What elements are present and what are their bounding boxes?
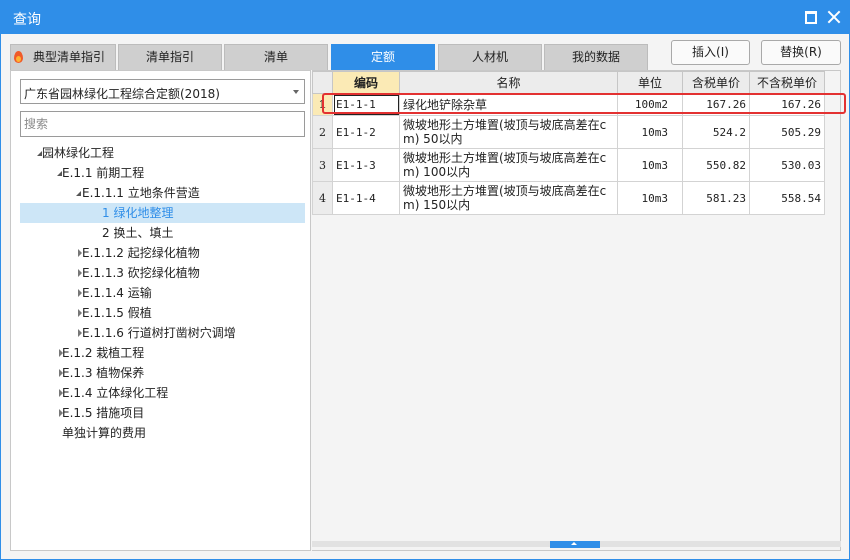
- row-number: 3: [312, 148, 333, 182]
- tree-node-label: E.1.1.4 运输: [82, 286, 152, 300]
- tree-node[interactable]: E.1.1.5 假植: [20, 303, 305, 323]
- tree-node[interactable]: E.1.1.6 行道树打凿树穴调增: [20, 323, 305, 343]
- cell-unit[interactable]: 10m3: [617, 148, 683, 182]
- header-rowno: [312, 71, 333, 94]
- header-price-tax[interactable]: 含税单价: [682, 71, 750, 94]
- quota-library-value: 广东省园林绿化工程综合定额(2018): [24, 87, 220, 101]
- cell-name[interactable]: 微坡地形土方堆置(坡顶与坡底高差在cm) 100以内: [399, 148, 618, 182]
- insert-button[interactable]: 插入(I): [671, 40, 750, 65]
- tree-node-label: E.1.1 前期工程: [62, 166, 145, 180]
- table-row[interactable]: 2 E1-1-2 微坡地形土方堆置(坡顶与坡底高差在cm) 50以内 10m3 …: [312, 115, 825, 149]
- tree-node-label: E.1.1.5 假植: [82, 306, 152, 320]
- header-name[interactable]: 名称: [399, 71, 618, 94]
- tab-label: 我的数据: [571, 50, 620, 64]
- close-icon[interactable]: [827, 10, 841, 24]
- tab-bill-guide[interactable]: 清单指引: [118, 44, 222, 70]
- left-panel: 广东省园林绿化工程综合定额(2018) 园林绿化工程 E.1.1 前期工程 E.1.…: [10, 70, 311, 551]
- cell-code[interactable]: E1-1-2: [332, 115, 400, 149]
- tree-node[interactable]: E.1.1.4 运输: [20, 283, 305, 303]
- cell-price-tax[interactable]: 550.82: [682, 148, 750, 182]
- tree-node-label: E.1.1.6 行道树打凿树穴调增: [82, 326, 236, 340]
- cell-price-notax[interactable]: 530.03: [749, 148, 825, 182]
- tree-node[interactable]: 单独计算的费用: [20, 423, 305, 443]
- maximize-icon[interactable]: [804, 10, 818, 24]
- tree-node[interactable]: E.1.1 前期工程: [20, 163, 305, 183]
- cell-price-notax[interactable]: 558.54: [749, 181, 825, 215]
- cell-unit[interactable]: 10m3: [617, 181, 683, 215]
- tab-label: 定额: [370, 50, 395, 64]
- cell-code[interactable]: E1-1-1: [332, 93, 400, 116]
- quota-library-select[interactable]: 广东省园林绿化工程综合定额(2018): [20, 79, 305, 104]
- cell-price-tax[interactable]: 524.2: [682, 115, 750, 149]
- tab-labor-material-machine[interactable]: 人材机: [438, 44, 542, 70]
- cell-code[interactable]: E1-1-3: [332, 148, 400, 182]
- tab-label: 清单: [263, 50, 288, 64]
- tree-node[interactable]: 2 换土、填土: [20, 223, 305, 243]
- tree-node-label: 2 换土、填土: [102, 226, 174, 240]
- tree-node-label: E.1.1.2 起挖绿化植物: [82, 246, 200, 260]
- tree-node-label: E.1.1.3 砍挖绿化植物: [82, 266, 200, 280]
- query-dialog: 查询 典型清单指引 清单指引 清单 定额 人材机 我的数据 插入(I) 替换(R…: [0, 0, 850, 560]
- cell-name[interactable]: 微坡地形土方堆置(坡顶与坡底高差在cm) 50以内: [399, 115, 618, 149]
- tree-node-label: 单独计算的费用: [62, 426, 147, 440]
- flame-icon: [14, 51, 23, 63]
- tree-node[interactable]: E.1.5 措施项目: [20, 403, 305, 423]
- tree-node[interactable]: E.1.1.1 立地条件营造: [20, 183, 305, 203]
- tab-bill[interactable]: 清单: [224, 44, 328, 70]
- cell-price-notax[interactable]: 505.29: [749, 115, 825, 149]
- row-number: 2: [312, 115, 333, 149]
- tree-node-label: 1 绿化地整理: [102, 206, 174, 220]
- tree-node[interactable]: E.1.1.2 起挖绿化植物: [20, 243, 305, 263]
- search-input[interactable]: [20, 111, 305, 137]
- chevron-down-icon: [293, 90, 299, 94]
- cell-unit[interactable]: 10m3: [617, 115, 683, 149]
- cell-price-tax[interactable]: 581.23: [682, 181, 750, 215]
- tree-node-label: E.1.3 植物保养: [62, 366, 145, 380]
- table-header-row: 编码 名称 单位 含税单价 不含税单价: [312, 71, 825, 94]
- header-price-notax[interactable]: 不含税单价: [749, 71, 825, 94]
- quota-table: 编码 名称 单位 含税单价 不含税单价 1 E1-1-1 绿化地铲除杂草 100…: [312, 71, 825, 215]
- tab-my-data[interactable]: 我的数据: [544, 44, 648, 70]
- tree-node[interactable]: E.1.3 植物保养: [20, 363, 305, 383]
- window-title: 查询: [13, 12, 41, 28]
- cell-name[interactable]: 微坡地形土方堆置(坡顶与坡底高差在cm) 150以内: [399, 181, 618, 215]
- replace-button[interactable]: 替换(R): [761, 40, 841, 65]
- tree-node-label: E.1.5 措施项目: [62, 406, 145, 420]
- header-code[interactable]: 编码: [332, 71, 400, 94]
- quota-grid-panel: 编码 名称 单位 含税单价 不含税单价 1 E1-1-1 绿化地铲除杂草 100…: [312, 70, 841, 551]
- tree-node[interactable]: 园林绿化工程: [20, 143, 305, 163]
- cell-name[interactable]: 绿化地铲除杂草: [399, 93, 618, 116]
- collapse-handle[interactable]: [550, 541, 600, 548]
- tab-label: 典型清单指引: [32, 50, 105, 64]
- tab-quota[interactable]: 定额: [331, 44, 435, 70]
- tab-typical-bill-guide[interactable]: 典型清单指引: [10, 44, 116, 70]
- header-unit[interactable]: 单位: [617, 71, 683, 94]
- tree-node-label: E.1.1.1 立地条件营造: [82, 186, 200, 200]
- row-number: 4: [312, 181, 333, 215]
- cell-price-notax[interactable]: 167.26: [749, 93, 825, 116]
- row-number: 1: [312, 93, 333, 116]
- tree-node[interactable]: E.1.4 立体绿化工程: [20, 383, 305, 403]
- tree-node-label: E.1.4 立体绿化工程: [62, 386, 169, 400]
- cell-code[interactable]: E1-1-4: [332, 181, 400, 215]
- table-row[interactable]: 3 E1-1-3 微坡地形土方堆置(坡顶与坡底高差在cm) 100以内 10m3…: [312, 148, 825, 182]
- tree-node-label: E.1.2 栽植工程: [62, 346, 145, 360]
- cell-price-tax[interactable]: 167.26: [682, 93, 750, 116]
- tab-label: 人材机: [471, 50, 508, 64]
- cell-unit[interactable]: 100m2: [617, 93, 683, 116]
- title-bar[interactable]: 查询: [1, 1, 849, 34]
- tree-node[interactable]: E.1.1.3 砍挖绿化植物: [20, 263, 305, 283]
- tree-node-label: 园林绿化工程: [42, 146, 115, 160]
- table-row[interactable]: 1 E1-1-1 绿化地铲除杂草 100m2 167.26 167.26: [312, 93, 825, 116]
- tree-node[interactable]: E.1.2 栽植工程: [20, 343, 305, 363]
- tree-node[interactable]: 1 绿化地整理: [20, 203, 305, 223]
- tab-label: 清单指引: [145, 50, 194, 64]
- table-row[interactable]: 4 E1-1-4 微坡地形土方堆置(坡顶与坡底高差在cm) 150以内 10m3…: [312, 181, 825, 215]
